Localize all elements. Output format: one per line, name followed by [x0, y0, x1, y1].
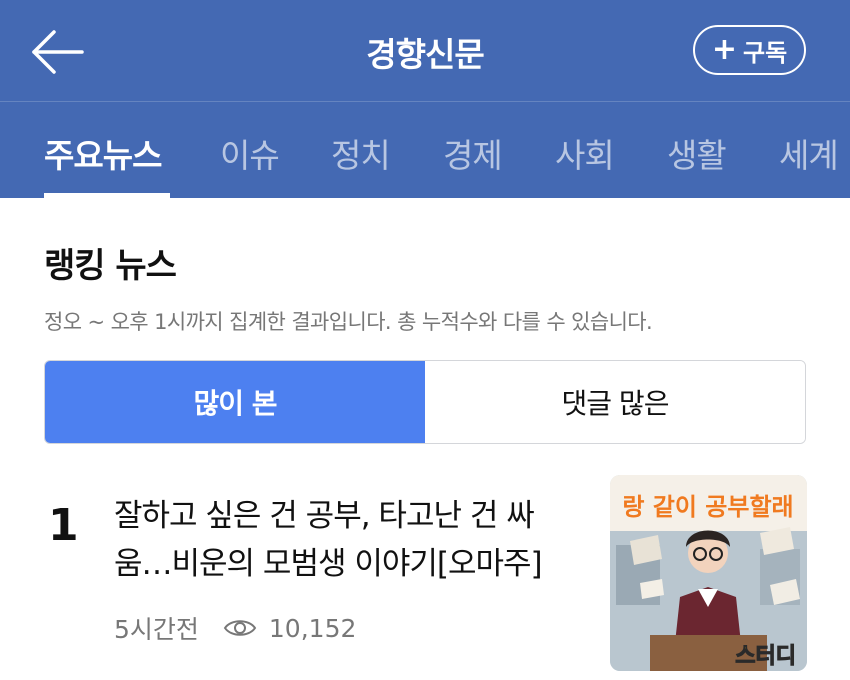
article-views: 10,152 — [268, 613, 357, 643]
article-time: 5시간전 — [114, 615, 199, 644]
tab-main-news[interactable]: 주요뉴스 — [44, 129, 162, 177]
article-thumbnail[interactable]: 랑 같이 공부할래 스터디 — [610, 475, 807, 671]
thumbnail-logo-text: 스터디 — [735, 644, 796, 669]
app-header: 경향신문 + 구독 주요뉴스 이슈 정치 경제 사회 생활 세계 — [0, 0, 850, 198]
article-headline[interactable]: 잘하고 싶은 건 공부, 타고난 건 싸움…비운의 모범생 이야기[오마주] — [114, 492, 574, 588]
section-title: 랭킹 뉴스 — [44, 246, 177, 286]
article-meta: 5시간전 10,152 — [114, 610, 356, 646]
tab-economy[interactable]: 경제 — [443, 129, 503, 177]
category-tabs: 주요뉴스 이슈 정치 경제 사회 생활 세계 — [0, 103, 850, 198]
rank-number: 1 — [48, 500, 79, 551]
section-note: 정오 ~ 오후 1시까지 집계한 결과입니다. 총 누적수와 다를 수 있습니다… — [44, 310, 653, 334]
list-item[interactable]: 1 잘하고 싶은 건 공부, 타고난 건 싸움…비운의 모범생 이야기[오마주]… — [0, 470, 850, 680]
subscribe-button[interactable]: + 구독 — [693, 25, 806, 75]
most-comments-button[interactable]: 댓글 많은 — [425, 361, 805, 443]
eye-icon — [223, 620, 257, 636]
tab-society[interactable]: 사회 — [555, 129, 615, 177]
plus-icon: + — [711, 32, 737, 67]
tab-world[interactable]: 세계 — [779, 129, 839, 177]
top-bar: 경향신문 + 구독 — [0, 0, 850, 102]
thumbnail-banner-text: 랑 같이 공부할래 — [622, 493, 793, 521]
tab-issue[interactable]: 이슈 — [220, 129, 280, 177]
most-viewed-button[interactable]: 많이 본 — [45, 361, 425, 443]
thumbnail-image: 랑 같이 공부할래 스터디 — [610, 475, 807, 671]
tab-politics[interactable]: 정치 — [331, 129, 391, 177]
subscribe-label: 구독 — [742, 38, 788, 67]
ranking-toggle: 많이 본 댓글 많은 — [44, 360, 806, 444]
tab-life[interactable]: 생활 — [667, 129, 727, 177]
active-tab-indicator — [44, 193, 170, 198]
